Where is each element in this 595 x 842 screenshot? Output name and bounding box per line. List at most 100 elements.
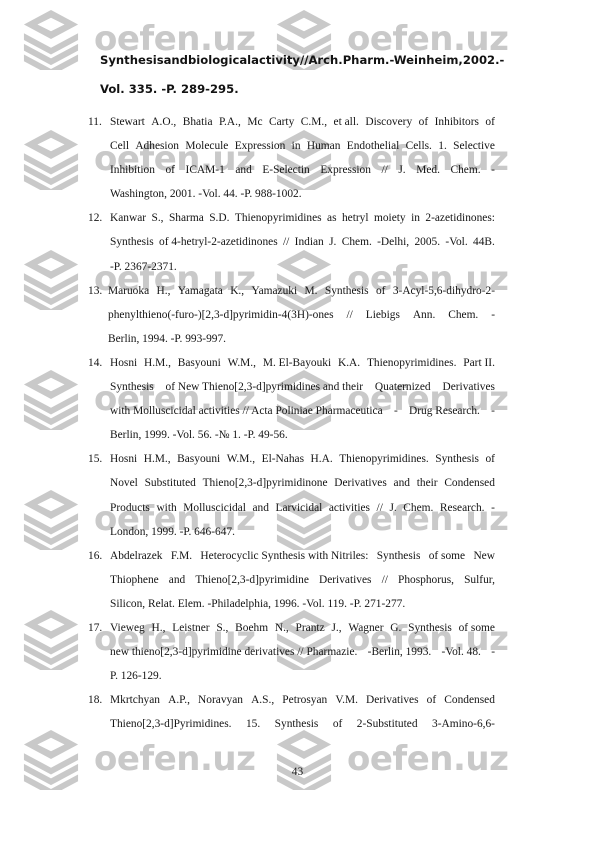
line-segment: Basyouni xyxy=(177,453,221,466)
line-segment: New xyxy=(473,549,495,562)
line-segment: Chem. xyxy=(450,164,481,177)
line-segment: Endothelial xyxy=(346,140,400,153)
line-segment: moiety xyxy=(373,212,406,225)
line-segment: -Vol. 48. xyxy=(441,646,481,659)
line-segment: H., xyxy=(156,284,171,297)
line-segment: of xyxy=(426,694,437,707)
continued-reference-paragraph: Synthesis and biological activity//Arch. Pha… xyxy=(100,46,504,104)
line-segment: Bhatia xyxy=(182,116,213,128)
line-segment: Thienopyrimidines. xyxy=(339,453,429,466)
reference-text: Hosni H.M., Basyouni W.M., El-Nahas H.A. Thien… xyxy=(110,447,495,543)
line-segment: M. El-Bayouki xyxy=(262,356,332,369)
document-page: oefen.uz oefen.uz oefen.uz oefen.uz oefen.uz… xyxy=(0,0,595,842)
line-segment: and xyxy=(252,501,269,514)
line-segment: Molecule xyxy=(185,140,229,153)
line-segment: // xyxy=(299,53,309,67)
line-segment: 2-Substituted xyxy=(356,718,418,731)
reference-item: 14. Hosni H.M., Basyouni W.M., M. El-Bayouki K… xyxy=(88,351,495,447)
line-segment: N., xyxy=(274,621,289,634)
text-line: Thieno[2,3-d]Pyrimidines. 15. Synthesis of 2… xyxy=(110,712,495,736)
line-segment: of xyxy=(485,116,495,128)
line-segment: Condensed xyxy=(444,694,495,707)
line-segment: Thieno[2,3-d]pyrimidinone xyxy=(202,477,328,490)
line-segment: M. xyxy=(304,284,318,297)
line-segment: Sulfur, xyxy=(464,573,495,586)
line-segment: Quaternized xyxy=(374,381,431,394)
line-segment: Phosphorus, xyxy=(397,573,454,586)
line-segment: J. xyxy=(389,501,397,514)
line-segment: Indian xyxy=(294,236,324,249)
line-segment: Yamagata xyxy=(177,284,223,297)
line-segment: Molluscicidal xyxy=(183,501,246,514)
reference-item: 15. Hosni H.M., Basyouni W.M., El-Nahas H.A. Th… xyxy=(88,447,495,543)
line-segment: Chem. xyxy=(448,308,479,321)
text-line: Products with Molluscicidal and Larvicidal ac… xyxy=(110,496,495,520)
line-segment: Synthesis xyxy=(408,621,452,634)
line-segment: - xyxy=(499,53,505,67)
line-segment: El-Nahas xyxy=(261,453,305,466)
line-segment: Synthesis xyxy=(435,453,479,466)
reference-number: 14. xyxy=(88,356,103,369)
text-line: Maruoka H., Yamagata K., Yamazuki M. Synthesis… xyxy=(108,279,495,303)
line-segment: - xyxy=(491,405,495,418)
line-segment: of New Thieno[2,3-d]pyrimidines and thei… xyxy=(165,381,364,394)
line-segment: of some xyxy=(428,549,466,562)
line-segment: Research. xyxy=(439,501,485,514)
line-segment: Thiophene xyxy=(110,573,159,586)
text-line: Novel Substituted Thieno[2,3-d]pyrimidinon… xyxy=(110,471,495,495)
text-line: -P. 2367-2371. xyxy=(110,260,177,273)
line-segment: Kanwar xyxy=(110,212,147,225)
line-segment: activities xyxy=(328,501,370,514)
line-segment: J., xyxy=(331,621,342,634)
line-segment: Sharma xyxy=(168,212,204,225)
line-segment: Chem. xyxy=(403,501,434,514)
line-segment: Med. xyxy=(416,164,440,177)
line-segment: Discovery xyxy=(365,116,413,128)
line-segment: Liebigs xyxy=(365,308,400,321)
line-segment: in xyxy=(411,212,420,225)
reference-number: 18. xyxy=(88,694,103,707)
line-segment: S., xyxy=(216,621,229,634)
line-segment: Prantz xyxy=(295,621,325,634)
line-segment: K., xyxy=(230,284,245,297)
line-segment: Synthesis xyxy=(110,381,154,394)
line-segment: C.M., xyxy=(300,116,328,128)
line-segment: Expression xyxy=(234,140,286,153)
line-segment: Derivatives xyxy=(334,477,387,490)
line-segment: new thieno[2,3-d]pyrimidine derivatives … xyxy=(110,646,358,659)
line-segment: Part II. xyxy=(463,356,495,369)
reference-number: 12. xyxy=(88,212,103,225)
text-line: London, 1999. -P. 646-647. xyxy=(110,525,235,538)
line-segment: and xyxy=(393,477,410,490)
text-line: Vol. 335. -P. 289-295. xyxy=(100,82,239,96)
reference-item: 13. Maruoka H., Yamagata K., Yamazuki M. Synthe… xyxy=(88,279,495,351)
line-segment: -Delhi, xyxy=(377,236,410,249)
reference-item: 16. Abdelrazek F.M. Heterocyclic Synthesis … xyxy=(88,544,495,616)
line-segment: K.A. xyxy=(337,356,361,369)
line-segment: J. xyxy=(398,164,406,177)
line-segment: Boehm xyxy=(235,621,269,634)
text-line: phenylthieno(-furo-)[2,3-d]pyrimidin-4(3… xyxy=(108,303,495,327)
line-segment: hetryl xyxy=(341,212,369,225)
line-segment: Thieno[2,3-d]Pyrimidines. xyxy=(110,718,232,731)
text-line: Abdelrazek F.M. Heterocyclic Synthesis wit… xyxy=(110,544,495,568)
line-segment: of xyxy=(375,284,386,297)
reference-number: 16. xyxy=(88,549,103,562)
line-segment: // xyxy=(381,164,388,177)
line-segment: A.P., xyxy=(168,694,190,707)
line-segment: Thienopyrimidines xyxy=(234,212,322,225)
reference-item: 11. Stewart A.O., Bhatia P.A., Mc Carty C.M., et… xyxy=(88,110,495,206)
reference-text: Hosni H.M., Basyouni W.M., M. El-Bayouki K.A.… xyxy=(110,351,495,447)
line-segment: J. xyxy=(329,236,337,249)
line-segment: - xyxy=(393,405,398,418)
text-line: Synthesis of New Thieno[2,3-d]pyrimidines… xyxy=(110,375,495,399)
line-segment: Mc xyxy=(247,116,263,128)
line-segment: G. xyxy=(390,621,402,634)
text-line: Inhibition of ICAM-1 and E-Selectin Expressio… xyxy=(110,158,495,182)
line-segment: Substituted xyxy=(144,477,196,490)
text-line: Synthesis and biological activity//Arch. Pha… xyxy=(100,46,504,75)
line-segment: Noravyan xyxy=(198,694,243,707)
reference-item: 12. Kanwar S., Sharma S.D. Thienopyrimidines a… xyxy=(88,206,495,278)
line-segment: Expression xyxy=(320,164,371,177)
line-segment: 1. xyxy=(438,140,447,153)
